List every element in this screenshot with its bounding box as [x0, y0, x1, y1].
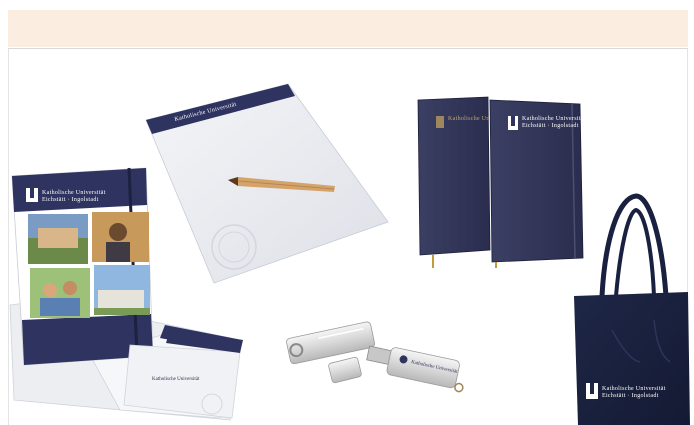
merchandise-photo: Katholische Universität Katholische Univ… [9, 83, 690, 425]
svg-text:Eichstätt · Ingolstadt: Eichstätt · Ingolstadt [42, 197, 99, 203]
notebook-front-logo-line1: Katholische Universität [522, 116, 586, 122]
notebook-front-logo-line2: Eichstätt · Ingolstadt [522, 123, 579, 129]
tote-logo-line2: Eichstätt · Ingolstadt [602, 393, 659, 399]
tote-bag: Katholische Universität Eichstätt · Ingo… [574, 193, 690, 425]
folder-logo: Katholische Universität Eichstätt · Ingo… [26, 188, 106, 203]
svg-text:Katholische Universität: Katholische Universität [42, 190, 106, 196]
usb-stick: Katholische Universität [286, 321, 464, 393]
brochure-logo-text: Katholische Universität [152, 377, 200, 382]
tote-logo-line1: Katholische Universität [602, 386, 666, 392]
notebooks: Katholische Universität Katholische Univ… [417, 96, 586, 268]
